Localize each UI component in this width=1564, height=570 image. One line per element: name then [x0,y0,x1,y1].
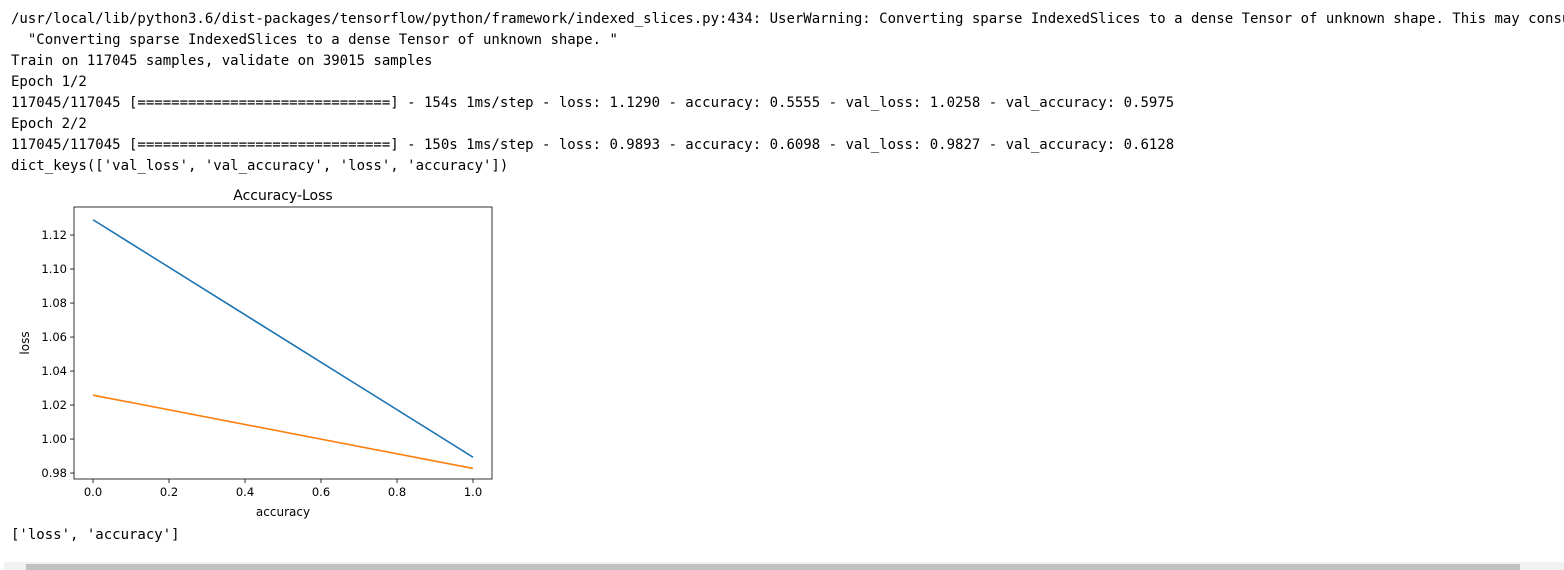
epoch-2-header: Epoch 2/2 [11,116,87,132]
y-tick-label: 1.00 [41,432,67,446]
epoch-2-progress: 117045/117045 [=========================… [11,137,1175,153]
accuracy-loss-chart: 0.0 0.2 0.4 0.6 0.8 1.0 0.98 1.00 1.02 1.04 1.06 1… [18,188,493,519]
train-info-line: Train on 117045 samples, validate on 390… [11,53,433,69]
history-keys-line: dict_keys(['val_loss', 'val_accuracy', '… [11,158,509,174]
warning-line: /usr/local/lib/python3.6/dist-packages/t… [11,11,1564,27]
y-tick-label: 1.08 [41,296,67,310]
plot-figure: 0.0 0.2 0.4 0.6 0.8 1.0 0.98 1.00 1.02 1.04 1.06 1… [0,180,500,520]
chart-title: Accuracy-Loss [233,188,332,204]
y-axis-label: loss [18,331,32,354]
x-tick-label: 0.2 [160,485,178,499]
x-tick-label: 0.4 [236,485,254,499]
x-tick-label: 0.6 [312,485,330,499]
cell-output: /usr/local/lib/python3.6/dist-packages/t… [11,9,1564,177]
epoch-1-progress: 117045/117045 [=========================… [11,95,1175,111]
horizontal-scrollbar[interactable] [4,562,1564,570]
y-tick-label: 1.02 [41,398,67,412]
y-tick-label: 1.10 [41,262,67,276]
warning-detail-line: "Converting sparse IndexedSlices to a de… [11,32,618,48]
x-tick-label: 0.8 [388,485,406,499]
cell-result: ['loss', 'accuracy'] [11,527,180,543]
epoch-1-header: Epoch 1/2 [11,74,87,90]
x-axis-label: accuracy [256,505,310,519]
y-tick-label: 1.04 [41,364,67,378]
y-tick-label: 0.98 [41,466,67,480]
y-tick-label: 1.12 [41,228,67,242]
horizontal-scrollbar-thumb[interactable] [26,564,1520,570]
x-tick-label: 1.0 [464,485,482,499]
y-tick-label: 1.06 [41,330,67,344]
x-tick-label: 0.0 [84,485,102,499]
